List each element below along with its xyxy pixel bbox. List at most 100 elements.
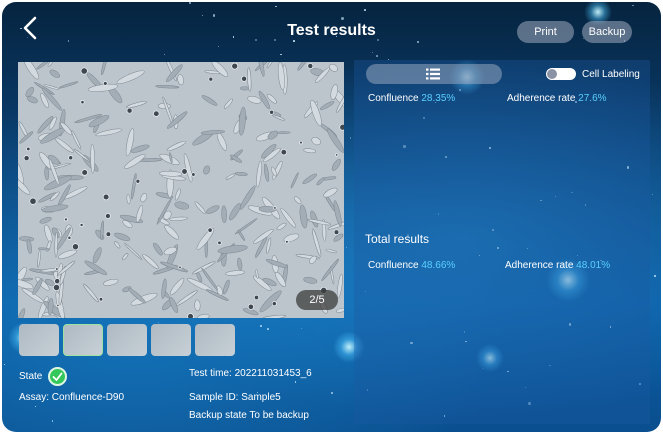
round-cell (307, 63, 314, 69)
round-cell (273, 206, 277, 210)
current-adherence-label: Adherence rate (507, 93, 576, 104)
round-cell (335, 153, 339, 157)
current-confluence-value: 28.35% (421, 93, 456, 104)
image-page-indicator: 2/5 (296, 290, 338, 310)
round-cell (23, 155, 30, 162)
round-cell (280, 149, 287, 156)
round-cell (67, 235, 72, 240)
round-cell (56, 303, 60, 307)
round-cell (81, 169, 88, 176)
round-cell (271, 301, 277, 307)
thumbnail-5[interactable] (195, 324, 235, 356)
cell-shape (194, 299, 201, 312)
cell-shape (239, 86, 250, 91)
assay-text: Assay: Confluence-D90 (19, 392, 125, 403)
star-dot (300, 327, 302, 329)
round-cell (53, 284, 60, 291)
cell-shape (90, 144, 95, 174)
total-adherence-label: Adherence rate (505, 260, 574, 271)
round-cell (333, 229, 340, 235)
round-cell (80, 67, 88, 75)
round-cell (105, 213, 111, 219)
round-cell (80, 100, 85, 105)
state-label: State (19, 371, 43, 382)
thumbnail-1[interactable] (19, 324, 59, 356)
round-cell (26, 146, 31, 152)
star-dot (330, 391, 333, 394)
star-dot (3, 363, 6, 365)
round-cell (98, 297, 104, 302)
current-confluence: Confluence 28.35% (368, 93, 455, 104)
sample-id-text: Sample ID: Sample5 (189, 392, 281, 403)
star-dot (266, 328, 269, 331)
round-cell (299, 140, 303, 145)
thumbnail-3[interactable] (107, 324, 147, 356)
round-cell (105, 231, 112, 237)
backup-state-text: Backup state To be backup (189, 410, 309, 421)
thumbnail-4[interactable] (151, 324, 191, 356)
current-adherence: Adherence rate 27.6% (507, 93, 607, 104)
switch-knob (547, 69, 557, 79)
star-dot (345, 246, 348, 249)
cell-shape (276, 131, 291, 134)
total-results-heading: Total results (365, 232, 430, 246)
round-cell (64, 217, 68, 222)
top-bar: Test results Print Backup (2, 2, 661, 52)
round-cell (103, 81, 108, 86)
round-cell (241, 75, 248, 82)
total-confluence: Confluence 48.66% (368, 260, 455, 271)
round-cell (181, 168, 188, 175)
star-dot (163, 54, 165, 56)
total-confluence-label: Confluence (368, 260, 419, 271)
thumbnail-2[interactable] (63, 324, 103, 356)
cell-microscope-image[interactable] (18, 62, 344, 318)
test-time-text: Test time: 202211031453_6 (189, 368, 312, 379)
round-cell (68, 155, 74, 161)
view-toggle-button[interactable] (366, 64, 502, 84)
round-cell (55, 267, 59, 271)
round-cell (187, 313, 194, 318)
cell-shape (221, 205, 227, 223)
total-adherence-value: 48.01% (576, 260, 611, 271)
current-confluence-label: Confluence (368, 93, 419, 104)
round-cell (79, 223, 84, 227)
round-cell (72, 243, 79, 251)
round-cell (253, 294, 260, 301)
star-dot (294, 381, 297, 384)
star-dot (279, 53, 282, 56)
state-ok-icon (48, 367, 67, 386)
print-button[interactable]: Print (517, 21, 574, 43)
round-cell (29, 197, 37, 205)
round-cell (208, 76, 214, 82)
cell-shape (258, 205, 277, 213)
round-cell (102, 193, 110, 201)
star-dot (157, 321, 160, 323)
total-adherence: Adherence rate 48.01% (505, 260, 610, 271)
star-dot (654, 275, 657, 277)
total-confluence-value: 48.66% (421, 260, 456, 271)
round-cell (126, 107, 133, 114)
round-cell (207, 227, 213, 233)
round-cell (135, 178, 141, 184)
star-dot (51, 420, 54, 422)
cell-image-graphic (18, 62, 344, 318)
app-screen: Test results Print Backup 2/5 State Assa… (2, 2, 661, 432)
star-dot (375, 55, 378, 58)
current-adherence-value: 27.6% (578, 93, 607, 104)
cell-shape (54, 231, 58, 258)
round-cell (191, 172, 196, 177)
round-cell (339, 123, 344, 131)
list-icon (426, 68, 440, 80)
round-cell (54, 278, 61, 285)
round-cell (153, 110, 160, 117)
round-cell (247, 303, 254, 310)
backup-button[interactable]: Backup (582, 21, 632, 43)
star-dot (259, 324, 262, 327)
cell-labeling-label: Cell Labeling (582, 69, 640, 80)
round-cell (269, 109, 275, 115)
star-dot (651, 193, 653, 195)
round-cell (231, 62, 239, 70)
star-dot (34, 405, 37, 407)
round-cell (178, 265, 182, 269)
cell-labeling-switch[interactable] (546, 68, 576, 80)
